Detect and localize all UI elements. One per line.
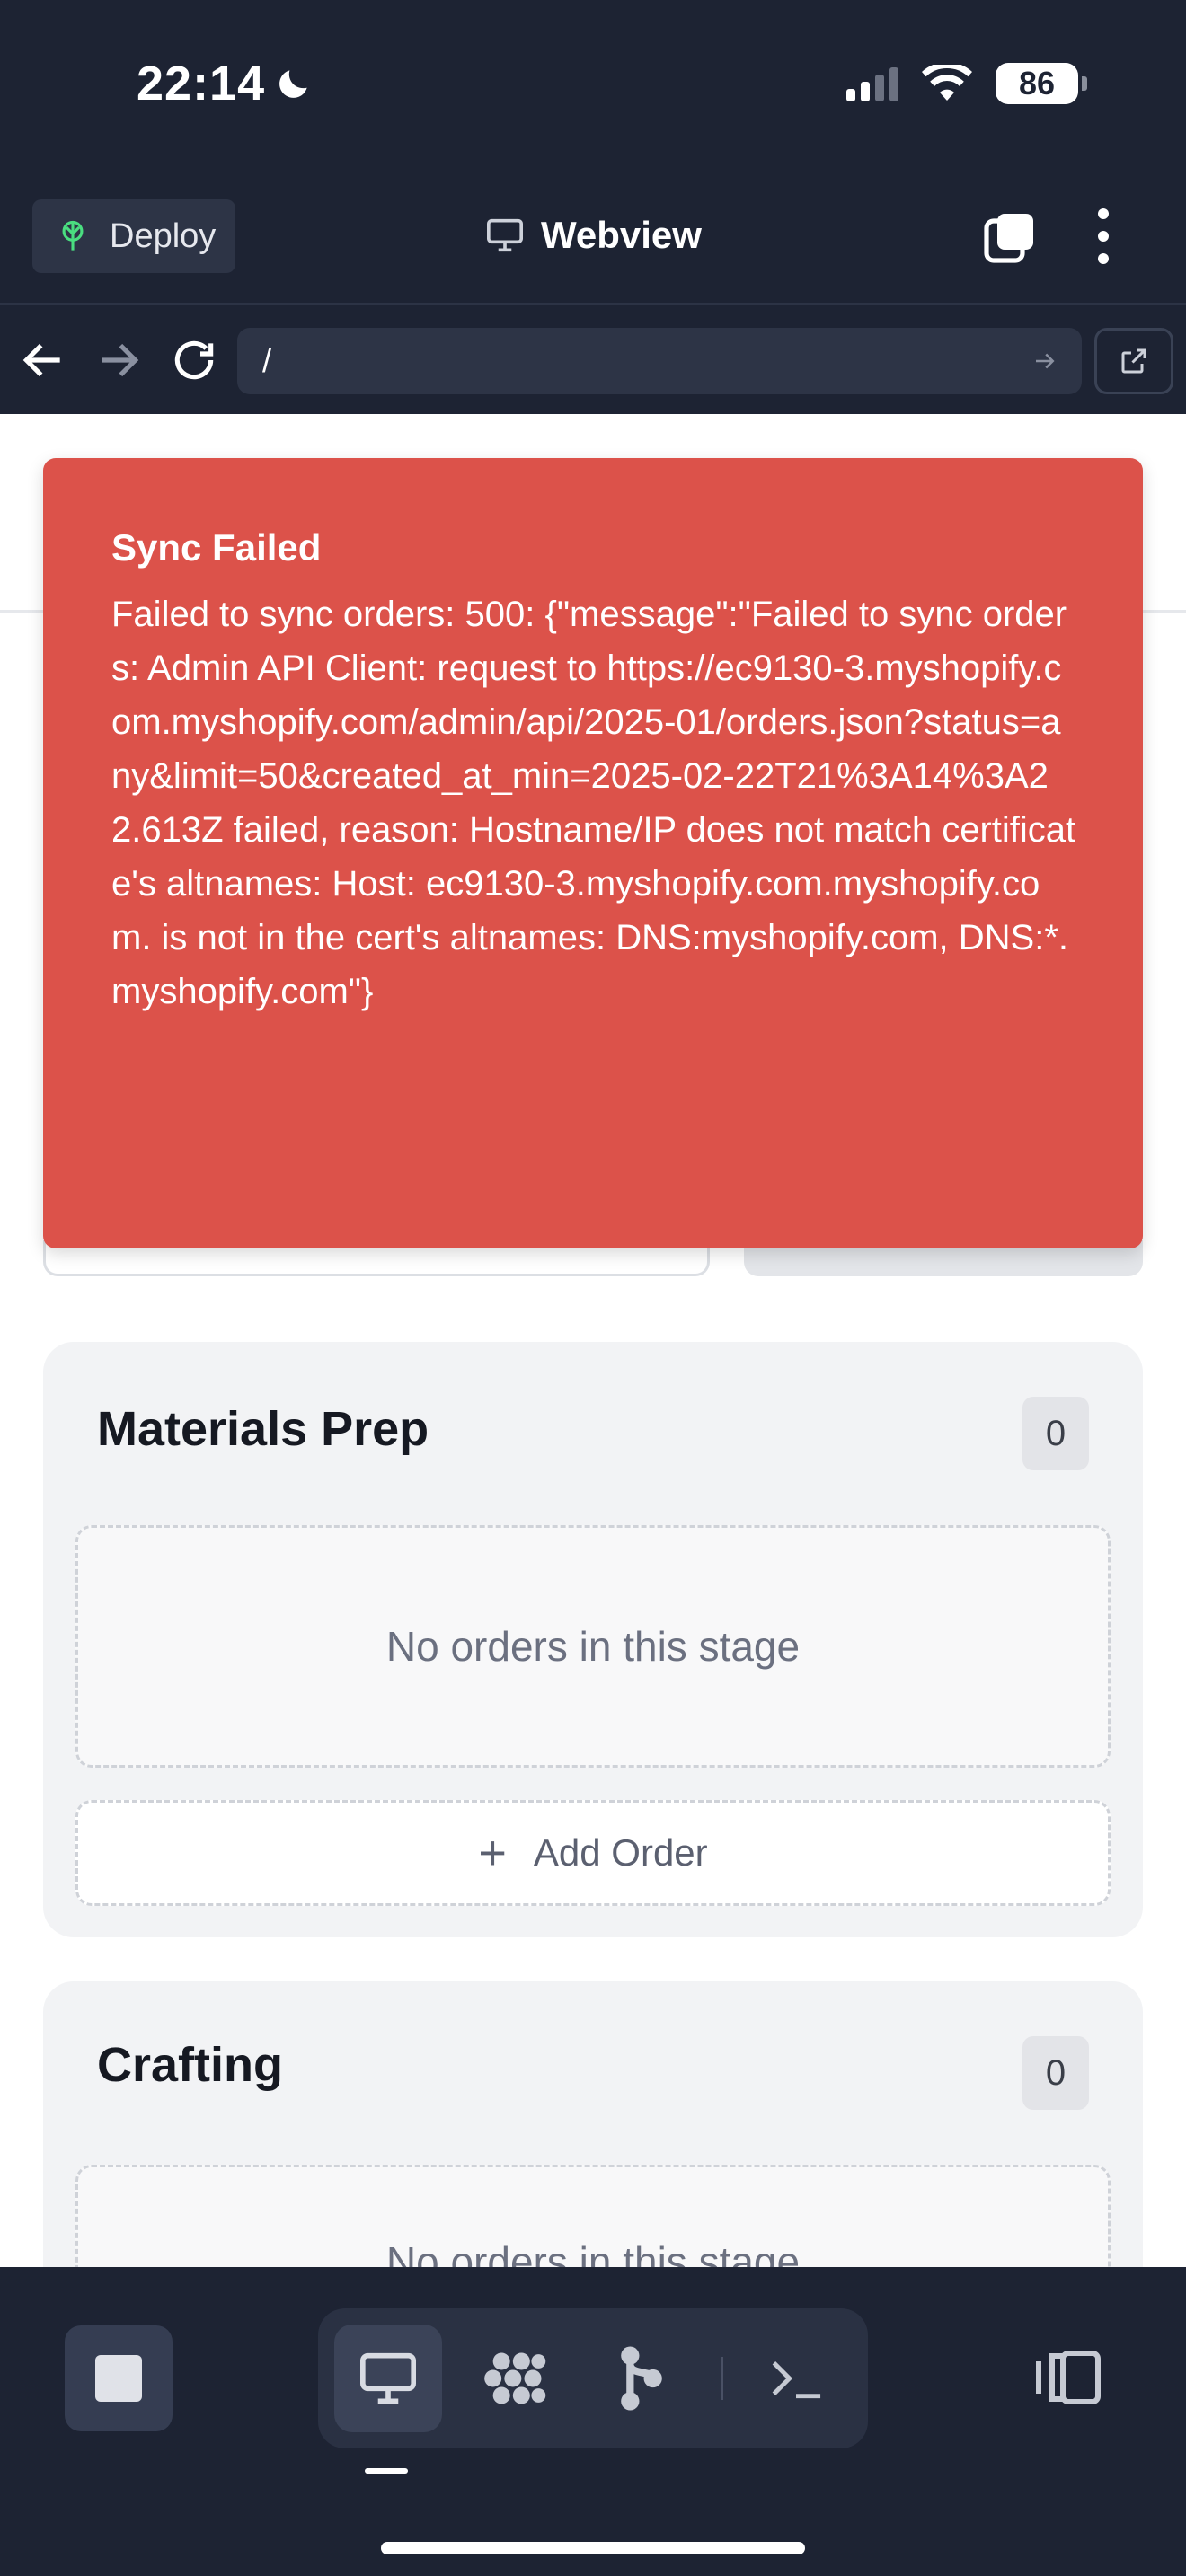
git-tool[interactable] — [588, 2325, 695, 2432]
time-text: 22:14 — [137, 57, 266, 110]
page-title: Webview — [485, 214, 702, 257]
open-external-button[interactable] — [1094, 328, 1173, 394]
deploy-icon — [62, 220, 84, 251]
forward-arrow-icon[interactable] — [93, 335, 144, 385]
stop-icon — [95, 2355, 142, 2402]
cellular-signal-icon — [846, 66, 898, 101]
webview-title-text: Webview — [541, 214, 702, 256]
battery-indicator: 86 — [996, 63, 1087, 104]
url-text: / — [262, 342, 272, 379]
tool-switcher — [318, 2308, 868, 2448]
reload-icon[interactable] — [169, 335, 219, 385]
monitor-icon — [487, 218, 523, 252]
status-time: 22:14 — [137, 56, 314, 111]
terminal-tool[interactable] — [742, 2325, 850, 2432]
url-bar: / — [0, 308, 1186, 414]
stage-materials-prep: Materials Prep 0 No orders in this stage… — [43, 1342, 1143, 1937]
empty-stage-placeholder: No orders in this stage — [75, 1525, 1111, 1768]
home-indicator[interactable] — [381, 2542, 805, 2554]
workspace-tool[interactable] — [462, 2325, 570, 2432]
more-options-icon[interactable] — [1094, 208, 1112, 264]
toast-message: Failed to sync orders: 500: {"message":"… — [111, 595, 1076, 1011]
plus-icon: + — [478, 1826, 507, 1880]
active-tool-indicator — [365, 2468, 408, 2474]
terminal-icon — [772, 2361, 821, 2399]
url-input[interactable]: / — [237, 328, 1082, 394]
add-order-button[interactable]: + Add Order — [75, 1800, 1111, 1906]
stage-count-badge: 0 — [1022, 1397, 1089, 1470]
deploy-button[interactable]: Deploy — [32, 199, 235, 273]
external-link-icon — [1121, 348, 1146, 374]
app-header: Deploy Webview — [0, 171, 1186, 305]
stage-title: Materials Prep — [97, 1402, 429, 1456]
stage-title: Crafting — [97, 2038, 283, 2092]
stop-button[interactable] — [65, 2325, 173, 2431]
wifi-icon — [922, 65, 972, 101]
stage-crafting: Crafting 0 No orders in this stage — [43, 1981, 1143, 2267]
panel-toggle-icon[interactable] — [1033, 2348, 1103, 2407]
sync-failed-toast[interactable]: Sync Failed Failed to sync orders: 500: … — [43, 458, 1143, 1248]
desktop-tool[interactable] — [334, 2325, 442, 2432]
deploy-label: Deploy — [110, 216, 217, 255]
tabs-icon[interactable] — [983, 210, 1037, 264]
workspace-icon — [484, 2352, 546, 2404]
desktop-icon — [360, 2352, 416, 2404]
add-order-label: Add Order — [533, 1831, 708, 1874]
webview-content: Sync Failed Failed to sync orders: 500: … — [0, 414, 1186, 2267]
tool-divider — [721, 2357, 723, 2400]
go-arrow-icon[interactable] — [1031, 348, 1058, 375]
status-bar: 22:14 86 — [0, 0, 1186, 171]
toast-title: Sync Failed — [111, 526, 322, 569]
back-arrow-icon[interactable] — [18, 335, 68, 385]
moon-icon — [279, 70, 307, 98]
status-indicators: 86 — [846, 63, 1087, 104]
empty-stage-placeholder: No orders in this stage — [75, 2165, 1111, 2267]
bottom-dock — [0, 2267, 1186, 2576]
git-branch-icon — [621, 2346, 662, 2411]
stage-count-badge: 0 — [1022, 2036, 1089, 2110]
